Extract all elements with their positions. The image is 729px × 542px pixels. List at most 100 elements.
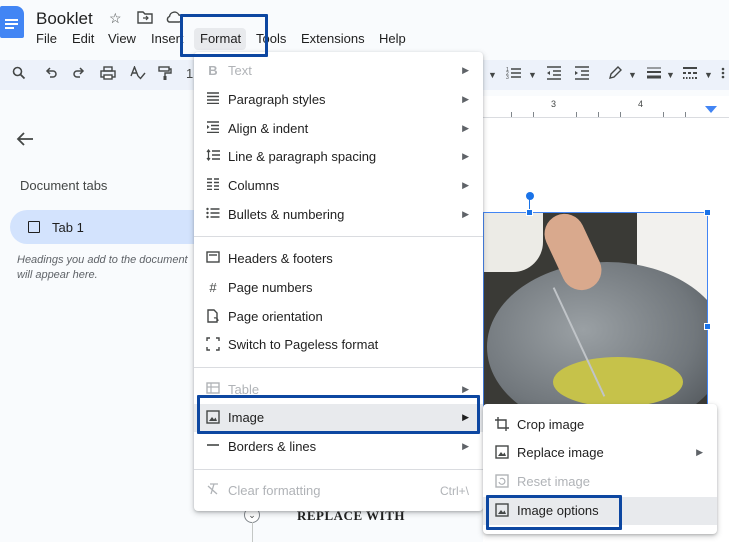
highlight-box-image-options — [486, 495, 622, 530]
tab-label: Tab 1 — [52, 220, 84, 235]
menu-item-borders-lines[interactable]: Borders & lines ▶ — [194, 433, 483, 461]
ruler-number: 3 — [551, 99, 557, 109]
menu-item-label: Text — [228, 63, 252, 78]
submenu-arrow-icon: ▶ — [462, 209, 469, 219]
tab-1[interactable] — [10, 210, 220, 244]
page-orientation-icon — [205, 309, 221, 325]
menu-item-label: Columns — [228, 178, 280, 193]
submenu-item-label: Crop image — [517, 417, 585, 432]
menu-item-page-orientation[interactable]: Page orientation — [194, 303, 483, 331]
border-weight-icon[interactable] — [646, 66, 662, 83]
rotation-handle[interactable] — [526, 192, 534, 200]
menu-item-label: Page orientation — [228, 309, 323, 324]
chevron-down-icon[interactable]: ▼ — [704, 70, 713, 80]
svg-text:3: 3 — [506, 75, 509, 80]
docs-logo-icon[interactable] — [0, 6, 24, 38]
chevron-down-icon[interactable]: ▼ — [628, 70, 637, 80]
ruler-number: 4 — [638, 99, 644, 109]
menu-item-label: Align & indent — [228, 121, 309, 136]
menu-divider — [194, 367, 483, 368]
spellcheck-icon[interactable] — [130, 65, 146, 83]
menu-item-bullets-numbering[interactable]: Bullets & numbering ▶ — [194, 201, 483, 229]
chevron-down-icon[interactable]: ▼ — [666, 70, 675, 80]
submenu-item-label: Reset image — [517, 474, 590, 489]
back-arrow-icon[interactable] — [16, 130, 34, 153]
paint-format-icon[interactable] — [158, 66, 172, 83]
increase-indent-icon[interactable] — [574, 66, 590, 83]
menu-item-columns[interactable]: Columns ▶ — [194, 172, 483, 200]
document-tabs-heading: Document tabs — [20, 178, 108, 193]
borders-lines-icon — [205, 439, 221, 455]
menu-item-page-numbers[interactable]: # Page numbers — [194, 274, 483, 302]
reset-image-icon — [494, 474, 510, 490]
menu-item-label: Bullets & numbering — [228, 207, 345, 222]
menu-file[interactable]: File — [36, 31, 57, 46]
chevron-down-icon[interactable]: ▼ — [488, 70, 497, 80]
border-dash-icon[interactable] — [682, 66, 698, 83]
submenu-item-reset-image[interactable]: Reset image — [483, 468, 717, 496]
resize-handle[interactable] — [704, 323, 711, 330]
right-indent-marker[interactable] — [705, 106, 717, 113]
chevron-down-icon[interactable]: ▼ — [528, 70, 537, 80]
print-icon[interactable] — [100, 66, 116, 83]
line-spacing-icon — [205, 149, 221, 165]
submenu-arrow-icon: ▶ — [462, 94, 469, 104]
menu-item-label: Paragraph styles — [228, 92, 326, 107]
hash-icon: # — [209, 280, 217, 295]
document-icon — [28, 221, 40, 233]
submenu-arrow-icon: ▶ — [462, 384, 469, 394]
menu-edit[interactable]: Edit — [72, 31, 94, 46]
undo-icon[interactable] — [44, 66, 58, 83]
submenu-item-label: Replace image — [517, 445, 604, 460]
highlight-box-image — [197, 395, 480, 434]
star-icon[interactable]: ☆ — [109, 10, 122, 27]
submenu-arrow-icon: ▶ — [696, 447, 703, 457]
search-icon[interactable] — [12, 66, 26, 83]
menu-item-label: Clear formatting — [228, 483, 321, 498]
submenu-item-crop-image[interactable]: Crop image — [483, 411, 717, 439]
document-title[interactable]: Booklet — [36, 9, 93, 29]
menu-extensions[interactable]: Extensions — [301, 31, 365, 46]
pen-icon[interactable] — [608, 66, 622, 83]
submenu-arrow-icon: ▶ — [462, 180, 469, 190]
bullets-icon — [205, 207, 221, 223]
menu-item-paragraph-styles[interactable]: Paragraph styles ▶ — [194, 86, 483, 114]
headers-footers-icon — [205, 251, 221, 267]
paragraph-styles-icon — [205, 92, 221, 108]
menu-item-label: Switch to Pageless format — [228, 337, 379, 352]
outline-hint: Headings you add to the document will ap… — [17, 254, 188, 281]
submenu-arrow-icon: ▶ — [462, 65, 469, 75]
menu-view[interactable]: View — [108, 31, 136, 46]
resize-handle[interactable] — [704, 209, 711, 216]
menu-item-text[interactable]: B Text ▶ — [194, 57, 483, 85]
menu-item-headers-footers[interactable]: Headers & footers — [194, 245, 483, 273]
menu-divider — [194, 469, 483, 470]
ruler[interactable]: 3 4 — [483, 96, 729, 118]
submenu-arrow-icon: ▶ — [462, 441, 469, 451]
move-folder-icon[interactable] — [137, 10, 153, 27]
more-icon[interactable] — [720, 66, 726, 83]
menu-item-clear-formatting[interactable]: Clear formatting Ctrl+\ — [194, 477, 483, 505]
menu-item-line-spacing[interactable]: Line & paragraph spacing ▶ — [194, 143, 483, 171]
numbered-list-icon[interactable]: 123 — [506, 66, 522, 83]
columns-icon — [205, 178, 221, 194]
clear-formatting-icon — [205, 483, 221, 499]
resize-handle[interactable] — [526, 209, 533, 216]
submenu-arrow-icon: ▶ — [462, 123, 469, 133]
menu-item-align-indent[interactable]: Align & indent ▶ — [194, 115, 483, 143]
bold-icon: B — [208, 63, 218, 78]
decrease-indent-icon[interactable] — [546, 66, 562, 83]
outline-line — [252, 522, 253, 542]
submenu-arrow-icon: ▶ — [462, 151, 469, 161]
redo-icon[interactable] — [72, 66, 86, 83]
menu-item-label: Borders & lines — [228, 439, 317, 454]
menu-help[interactable]: Help — [379, 31, 406, 46]
shortcut-label: Ctrl+\ — [439, 484, 469, 498]
submenu-item-replace-image[interactable]: Replace image ▶ — [483, 439, 717, 467]
menu-item-label: Headers & footers — [228, 251, 333, 266]
menu-item-label: Page numbers — [228, 280, 313, 295]
menu-divider — [194, 236, 483, 237]
menu-item-label: Line & paragraph spacing — [228, 149, 377, 164]
highlight-box-format — [180, 14, 268, 57]
menu-item-pageless[interactable]: Switch to Pageless format — [194, 331, 483, 359]
